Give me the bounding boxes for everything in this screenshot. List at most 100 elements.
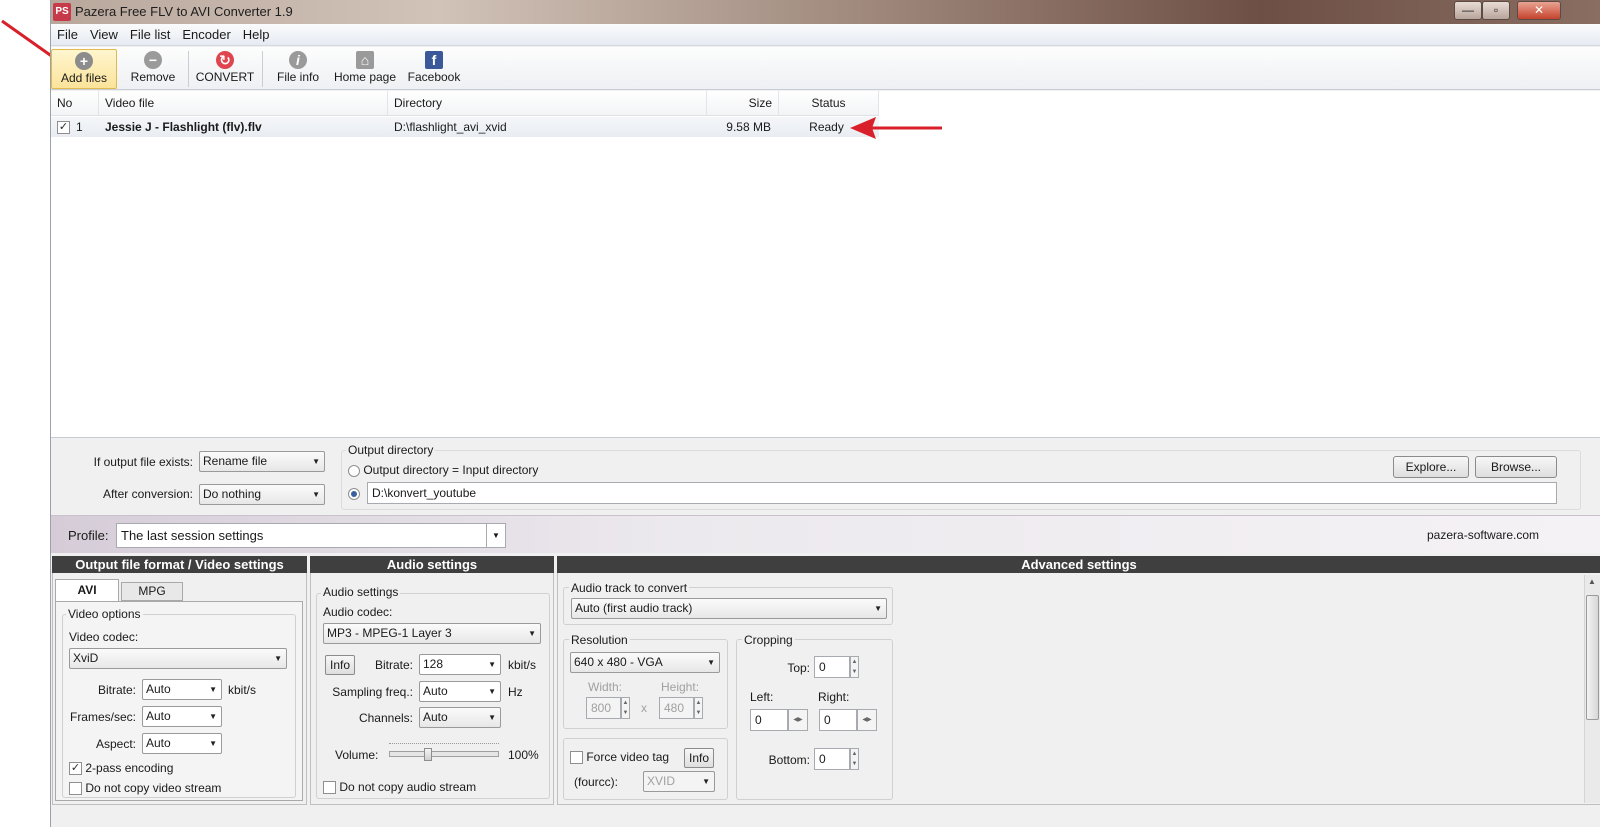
menu-file[interactable]: File xyxy=(51,24,84,46)
remove-icon: − xyxy=(144,51,162,69)
audio-settings-group-label: Audio settings xyxy=(321,585,401,599)
audio-codec-dropdown[interactable]: MP3 - MPEG-1 Layer 3 ▼ xyxy=(323,623,541,644)
crop-top-input[interactable]: 0 xyxy=(814,656,850,678)
aspect-value: Auto xyxy=(146,736,171,750)
radio-custom-directory[interactable] xyxy=(348,486,360,500)
fourcc-combo[interactable]: XVID ▼ xyxy=(643,771,715,792)
no-copy-audio-box xyxy=(323,781,336,795)
chevron-down-icon: ▼ xyxy=(528,629,536,638)
tab-mpg[interactable]: MPG xyxy=(121,582,183,601)
menu-view[interactable]: View xyxy=(84,24,124,46)
profile-combo[interactable]: The last session settings xyxy=(116,523,506,548)
width-spinner[interactable]: ▲ ▼ xyxy=(621,697,630,719)
height-spinner[interactable]: ▲ ▼ xyxy=(694,697,703,719)
scrollbar-thumb[interactable] xyxy=(1586,595,1599,720)
crop-left-input[interactable]: 0 xyxy=(750,709,788,731)
scroll-up-icon[interactable]: ▲ xyxy=(1588,577,1596,586)
crop-top-spinner[interactable]: ▲ ▼ xyxy=(850,656,859,678)
column-header-size[interactable]: Size xyxy=(707,91,779,116)
crop-right-label: Right: xyxy=(818,690,850,704)
no-copy-audio-checkbox[interactable]: Do not copy audio stream xyxy=(323,780,476,795)
chevron-down-icon: ▼ xyxy=(702,777,710,786)
chevron-down-icon: ▼ xyxy=(209,739,217,748)
audio-info-button[interactable]: Info xyxy=(325,655,355,675)
audio-bitrate-combo[interactable]: 128 ▼ xyxy=(419,654,501,675)
menu-file-list[interactable]: File list xyxy=(124,24,176,46)
crop-left-spinner[interactable]: ◀▶ xyxy=(788,709,808,731)
resolution-dropdown[interactable]: 640 x 480 - VGA ▼ xyxy=(570,652,720,673)
file-info-button[interactable]: i File info xyxy=(269,49,327,89)
column-header-status[interactable]: Status xyxy=(779,91,879,116)
video-codec-dropdown[interactable]: XviD ▼ xyxy=(69,648,287,669)
video-bitrate-unit: kbit/s xyxy=(228,683,257,697)
website-link[interactable]: pazera-software.com xyxy=(1427,528,1539,542)
audio-settings-panel: Audio settings Audio codec: MP3 - MPEG-1… xyxy=(310,573,554,805)
video-bitrate-combo[interactable]: Auto ▼ xyxy=(142,679,222,700)
crop-bottom-spinner[interactable]: ▲ ▼ xyxy=(850,748,859,770)
chevron-down-icon: ▼ xyxy=(312,457,320,466)
home-page-button[interactable]: ⌂ Home page xyxy=(332,49,398,89)
no-copy-video-checkbox[interactable]: Do not copy video stream xyxy=(69,781,221,796)
output-directory-input[interactable]: D:\konvert_youtube xyxy=(367,482,1557,504)
fps-combo[interactable]: Auto ▼ xyxy=(142,706,222,727)
remove-button[interactable]: − Remove xyxy=(123,49,183,89)
after-conversion-dropdown[interactable]: Do nothing ▼ xyxy=(199,484,325,505)
file-list[interactable]: No Video file Directory Size Status ✓ 1 … xyxy=(51,91,1600,438)
audio-track-dropdown[interactable]: Auto (first audio track) ▼ xyxy=(571,598,887,619)
remove-label: Remove xyxy=(130,70,176,84)
video-tag-info-button[interactable]: Info xyxy=(684,748,714,768)
force-video-tag-checkbox[interactable]: Force video tag xyxy=(570,750,670,765)
menu-encoder[interactable]: Encoder xyxy=(176,24,236,46)
volume-value: 100% xyxy=(508,748,539,762)
chevron-down-icon: ▼ xyxy=(874,604,882,613)
profile-dropdown-arrow-icon[interactable]: ▼ xyxy=(486,523,506,548)
height-input[interactable]: 480 xyxy=(659,697,694,719)
add-icon: + xyxy=(75,52,93,70)
chevron-down-icon: ▼ xyxy=(707,658,715,667)
aspect-combo[interactable]: Auto ▼ xyxy=(142,733,222,754)
add-files-button[interactable]: + Add files xyxy=(51,49,117,89)
file-info-label: File info xyxy=(276,70,320,84)
volume-thumb[interactable] xyxy=(424,748,432,761)
advanced-scrollbar[interactable]: ▲ xyxy=(1584,575,1600,803)
table-row[interactable]: ✓ 1 Jessie J - Flashlight (flv).flv D:\f… xyxy=(51,117,879,137)
column-header-directory[interactable]: Directory xyxy=(388,91,707,116)
volume-label: Volume: xyxy=(335,748,379,762)
explore-button[interactable]: Explore... xyxy=(1393,456,1469,478)
row-checkbox[interactable]: ✓ xyxy=(57,117,71,137)
menu-help[interactable]: Help xyxy=(237,24,276,46)
audio-bitrate-unit: kbit/s xyxy=(508,658,537,672)
window-title: Pazera Free FLV to AVI Converter 1.9 xyxy=(75,4,293,19)
tab-avi[interactable]: AVI xyxy=(55,579,119,601)
fourcc-label: (fourcc): xyxy=(574,775,619,789)
crop-right-input[interactable]: 0 xyxy=(819,709,857,731)
chevron-down-icon: ▼ xyxy=(209,685,217,694)
volume-slider[interactable] xyxy=(389,743,499,761)
radio-same-as-input[interactable]: Output directory = Input directory xyxy=(348,463,538,477)
width-input[interactable]: 800 xyxy=(586,697,621,719)
close-button[interactable]: ✕ xyxy=(1517,1,1561,20)
fourcc-value: XVID xyxy=(647,774,676,788)
sampling-value: Auto xyxy=(423,684,448,698)
column-header-video-file[interactable]: Video file xyxy=(99,91,388,116)
force-video-tag-label: Force video tag xyxy=(586,750,670,764)
browse-button[interactable]: Browse... xyxy=(1475,456,1557,478)
two-pass-checkbox[interactable]: ✓ 2-pass encoding xyxy=(69,761,173,776)
sampling-combo[interactable]: Auto ▼ xyxy=(419,681,501,702)
audio-codec-label: Audio codec: xyxy=(323,605,393,619)
facebook-button[interactable]: f Facebook xyxy=(403,49,465,89)
audio-section-header: Audio settings xyxy=(310,556,554,573)
minimize-button[interactable]: — xyxy=(1454,1,1482,20)
add-files-label: Add files xyxy=(60,71,108,85)
channels-dropdown[interactable]: Auto ▼ xyxy=(419,707,501,728)
channels-label: Channels: xyxy=(358,711,413,725)
maximize-button[interactable]: ▫ xyxy=(1482,1,1510,20)
crop-right-spinner[interactable]: ◀▶ xyxy=(857,709,877,731)
sampling-unit: Hz xyxy=(508,685,523,699)
convert-button[interactable]: ↻ CONVERT xyxy=(193,49,257,89)
crop-bottom-input[interactable]: 0 xyxy=(814,748,850,770)
app-logo-icon: PS xyxy=(53,3,71,21)
chevron-down-icon: ▼ xyxy=(488,687,496,696)
if-exists-dropdown[interactable]: Rename file ▼ xyxy=(199,451,325,472)
column-header-no[interactable]: No xyxy=(51,91,99,116)
